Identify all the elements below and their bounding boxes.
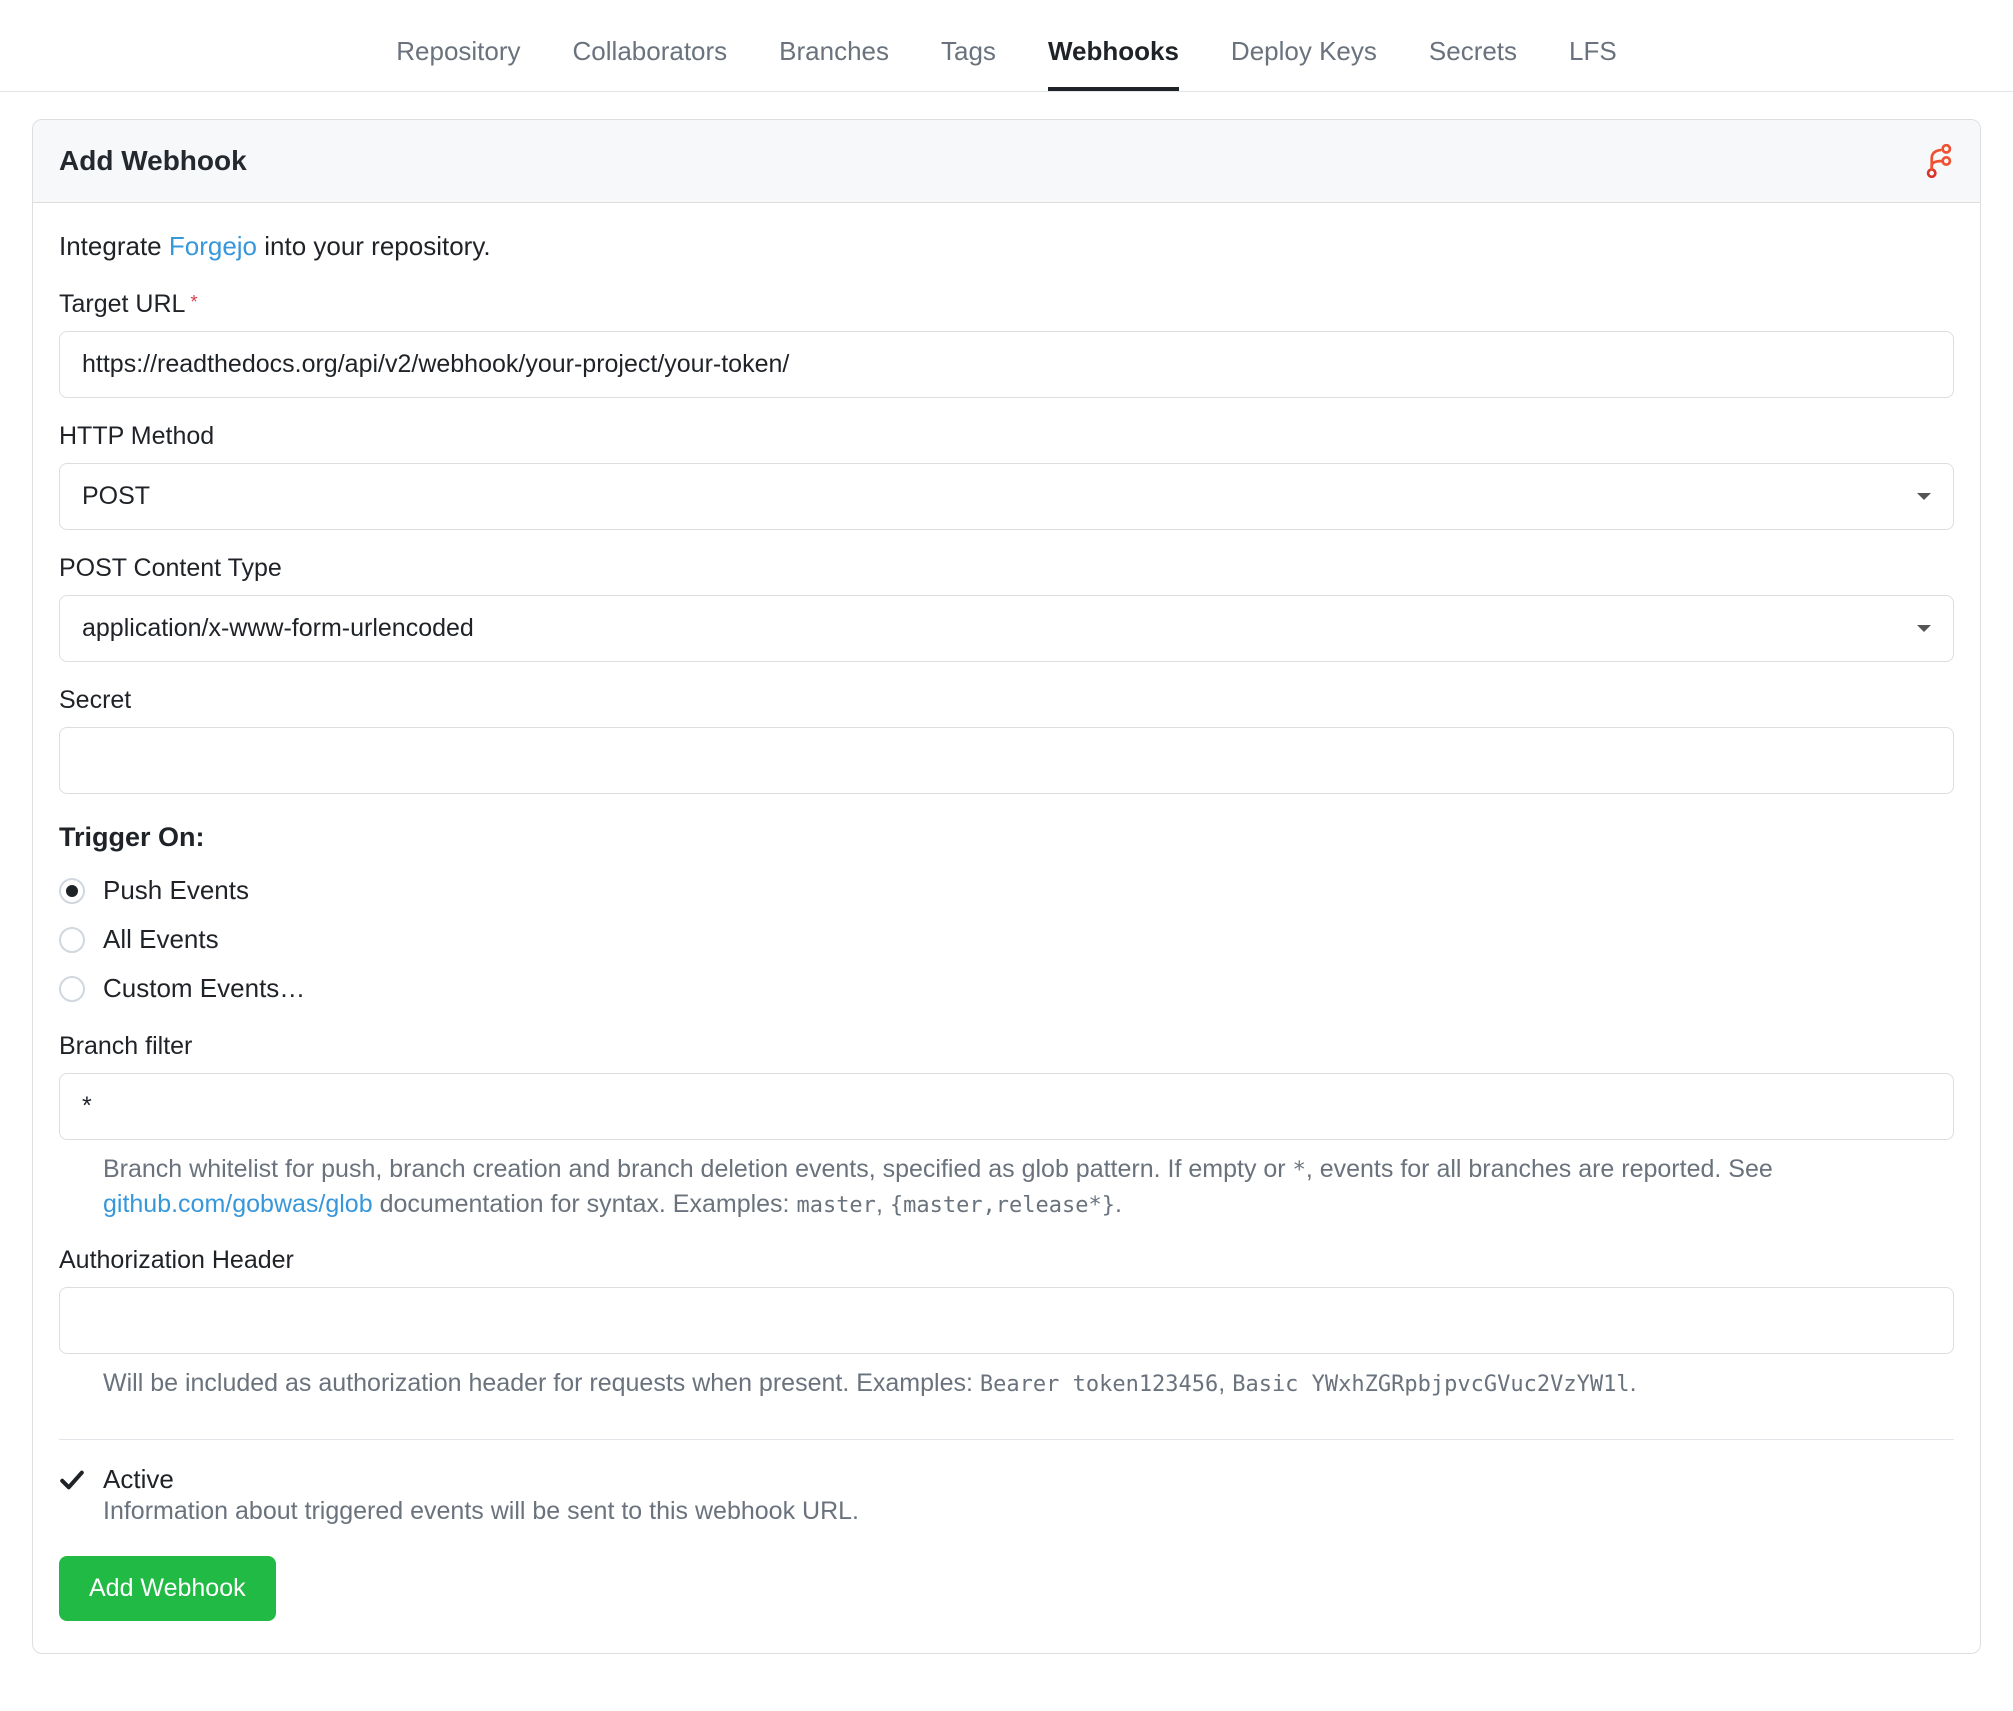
branch-filter-input[interactable] xyxy=(59,1073,1954,1140)
divider xyxy=(59,1439,1954,1440)
glob-link[interactable]: github.com/gobwas/glob xyxy=(103,1190,373,1218)
secret-input[interactable] xyxy=(59,727,1954,794)
tab-repository[interactable]: Repository xyxy=(396,36,520,91)
radio-icon xyxy=(59,927,85,953)
secret-label: Secret xyxy=(59,686,1954,715)
trigger-on-title: Trigger On: xyxy=(59,822,1954,853)
tab-tags[interactable]: Tags xyxy=(941,36,996,91)
radio-icon xyxy=(59,976,85,1002)
tab-branches[interactable]: Branches xyxy=(779,36,889,91)
active-desc: Information about triggered events will … xyxy=(103,1497,859,1526)
add-webhook-panel: Add Webhook Integrate Forgejo into your … xyxy=(32,119,1981,1654)
target-url-input[interactable] xyxy=(59,331,1954,398)
settings-tabs: Repository Collaborators Branches Tags W… xyxy=(0,0,2013,92)
branch-filter-label: Branch filter xyxy=(59,1032,1954,1061)
forgejo-link[interactable]: Forgejo xyxy=(169,231,257,261)
branch-filter-help: Branch whitelist for push, branch creati… xyxy=(59,1152,1954,1222)
chevron-down-icon xyxy=(1917,625,1931,632)
content-type-select[interactable]: application/x-www-form-urlencoded xyxy=(59,595,1954,662)
auth-header-help: Will be included as authorization header… xyxy=(59,1366,1954,1401)
tab-collaborators[interactable]: Collaborators xyxy=(573,36,728,91)
radio-all-events[interactable]: All Events xyxy=(59,924,1954,955)
auth-header-input[interactable] xyxy=(59,1287,1954,1354)
target-url-label: Target URL * xyxy=(59,290,1954,319)
radio-push-events[interactable]: Push Events xyxy=(59,875,1954,906)
add-webhook-button[interactable]: Add Webhook xyxy=(59,1556,276,1621)
tab-secrets[interactable]: Secrets xyxy=(1429,36,1517,91)
forgejo-icon xyxy=(1924,144,1954,178)
content-type-label: POST Content Type xyxy=(59,554,1954,583)
chevron-down-icon xyxy=(1917,493,1931,500)
tab-webhooks[interactable]: Webhooks xyxy=(1048,36,1179,91)
panel-title: Add Webhook xyxy=(59,145,247,177)
check-icon[interactable] xyxy=(59,1467,85,1499)
active-label[interactable]: Active xyxy=(103,1464,859,1495)
radio-custom-events[interactable]: Custom Events… xyxy=(59,973,1954,1004)
http-method-select[interactable]: POST xyxy=(59,463,1954,530)
tab-lfs[interactable]: LFS xyxy=(1569,36,1617,91)
http-method-label: HTTP Method xyxy=(59,422,1954,451)
intro-text: Integrate Forgejo into your repository. xyxy=(59,231,1954,262)
radio-icon xyxy=(59,878,85,904)
tab-deploy-keys[interactable]: Deploy Keys xyxy=(1231,36,1377,91)
auth-header-label: Authorization Header xyxy=(59,1246,1954,1275)
